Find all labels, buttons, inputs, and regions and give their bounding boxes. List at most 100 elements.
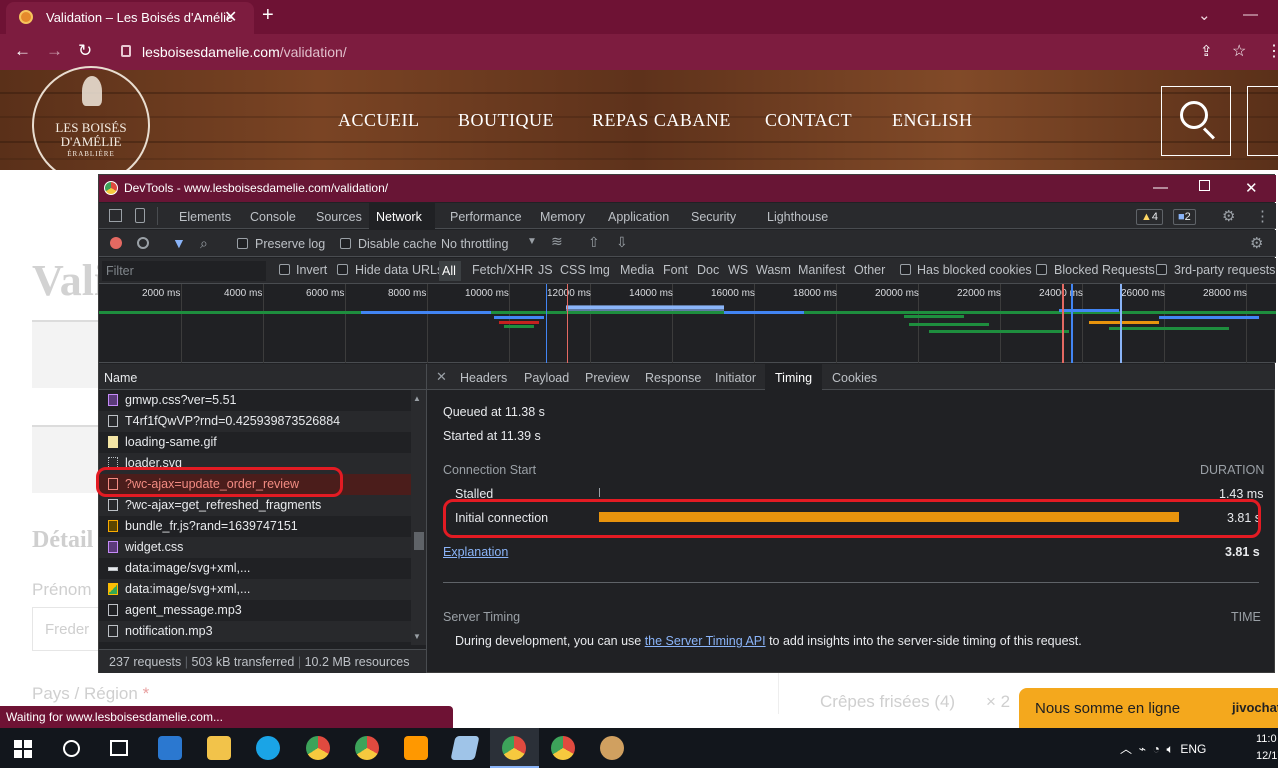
volume-icon[interactable]: 🔈︎ bbox=[1167, 742, 1174, 756]
tab-payload[interactable]: Payload bbox=[524, 371, 569, 385]
type-media[interactable]: Media bbox=[620, 263, 654, 277]
name-column-header[interactable]: Name bbox=[99, 364, 426, 390]
file-explorer-icon[interactable] bbox=[207, 736, 231, 760]
chrome-window-icon[interactable] bbox=[551, 736, 575, 760]
nav-repas-cabane[interactable]: REPAS CABANE bbox=[592, 110, 731, 131]
chrome-active-icon[interactable] bbox=[502, 736, 526, 760]
tab-timing[interactable]: Timing bbox=[765, 364, 822, 390]
nav-english[interactable]: ENGLISH bbox=[892, 110, 973, 131]
bookmark-star-icon[interactable]: ☆ bbox=[1232, 41, 1246, 61]
explanation-link[interactable]: Explanation bbox=[443, 545, 508, 559]
import-har-icon[interactable]: ⇧ bbox=[588, 234, 600, 251]
type-manifest[interactable]: Manifest bbox=[798, 263, 845, 277]
address-bar[interactable]: lesboisesdamelie.com/validation/ bbox=[106, 38, 1258, 66]
type-font[interactable]: Font bbox=[663, 263, 688, 277]
tab-close-icon[interactable]: ✕ bbox=[224, 7, 237, 27]
device-toolbar-icon[interactable] bbox=[135, 208, 145, 223]
windows-start-icon[interactable] bbox=[14, 740, 32, 758]
notes-app-icon[interactable] bbox=[450, 736, 480, 760]
search-icon[interactable]: ⌕ bbox=[200, 235, 208, 252]
scrollbar-thumb[interactable] bbox=[414, 532, 424, 550]
pane-divider[interactable] bbox=[426, 364, 427, 673]
request-row[interactable]: notification.mp3 bbox=[99, 621, 411, 642]
language-indicator[interactable]: ENG bbox=[1180, 742, 1206, 756]
nav-accueil[interactable]: ACCUEIL bbox=[338, 110, 420, 131]
tab-sources[interactable]: Sources bbox=[316, 210, 362, 224]
disable-cache-checkbox[interactable] bbox=[340, 238, 351, 249]
settings-gear-icon[interactable]: ⚙ bbox=[1222, 207, 1235, 225]
blocked-requests-checkbox[interactable] bbox=[1036, 264, 1047, 275]
tab-initiator[interactable]: Initiator bbox=[715, 371, 756, 385]
wifi-icon[interactable]: ◔ bbox=[1153, 742, 1160, 756]
tab-headers[interactable]: Headers bbox=[460, 371, 507, 385]
type-ws[interactable]: WS bbox=[728, 263, 748, 277]
server-timing-api-link[interactable]: the Server Timing API bbox=[645, 634, 766, 648]
chrome-icon[interactable] bbox=[306, 736, 330, 760]
close-detail-icon[interactable]: ✕ bbox=[436, 369, 447, 385]
site-logo[interactable]: LES BOISÉS D'AMÉLIE ÉRABLIÈRE bbox=[32, 66, 150, 184]
warnings-badge[interactable]: ▲4 bbox=[1136, 209, 1164, 225]
type-img[interactable]: Img bbox=[589, 263, 610, 277]
skype-icon[interactable] bbox=[256, 736, 280, 760]
request-row[interactable]: gmwp.css?ver=5.51 bbox=[99, 390, 411, 411]
request-row[interactable]: data:image/svg+xml,... bbox=[99, 558, 411, 579]
inspect-icon[interactable] bbox=[109, 209, 122, 222]
tab-cookies[interactable]: Cookies bbox=[832, 371, 877, 385]
messages-badge[interactable]: ■2 bbox=[1173, 209, 1196, 225]
filter-icon[interactable]: ▼ bbox=[172, 235, 186, 251]
prenom-field[interactable]: Freder bbox=[32, 607, 102, 651]
tab-preview[interactable]: Preview bbox=[585, 371, 629, 385]
chevron-down-icon[interactable]: ▼ bbox=[527, 236, 537, 247]
record-icon[interactable] bbox=[110, 237, 122, 249]
filter-input[interactable]: Filter bbox=[102, 261, 266, 281]
has-blocked-cookies-checkbox[interactable] bbox=[900, 264, 911, 275]
type-js[interactable]: JS bbox=[538, 263, 553, 277]
tab-search-icon[interactable]: ⌄ bbox=[1198, 6, 1211, 24]
tab-lighthouse[interactable]: Lighthouse bbox=[767, 210, 828, 224]
throttling-select[interactable]: No throttling bbox=[441, 237, 508, 251]
browser-tab[interactable]: Validation – Les Boisés d'Amélie bbox=[6, 2, 254, 34]
tab-console[interactable]: Console bbox=[250, 210, 296, 224]
tab-memory[interactable]: Memory bbox=[540, 210, 585, 224]
request-row[interactable]: ?wc-ajax=get_refreshed_fragments bbox=[99, 495, 411, 516]
paint-icon[interactable] bbox=[600, 736, 624, 760]
network-settings-gear-icon[interactable]: ⚙ bbox=[1250, 234, 1263, 252]
tab-response[interactable]: Response bbox=[645, 371, 701, 385]
invert-checkbox[interactable] bbox=[279, 264, 290, 275]
type-wasm[interactable]: Wasm bbox=[756, 263, 791, 277]
request-list-scrollbar[interactable] bbox=[411, 390, 426, 645]
cart-button[interactable] bbox=[1247, 86, 1278, 156]
devtools-close-icon[interactable]: ✕ bbox=[1245, 179, 1258, 197]
menu-icon[interactable]: ⋮ bbox=[1266, 41, 1278, 61]
nav-boutique[interactable]: BOUTIQUE bbox=[458, 110, 554, 131]
reload-icon[interactable]: ↻ bbox=[78, 41, 92, 61]
chevron-up-icon[interactable]: ︿ bbox=[1120, 742, 1132, 756]
forward-icon[interactable]: → bbox=[46, 41, 63, 61]
type-all[interactable]: All bbox=[439, 261, 461, 281]
request-row[interactable]: loading-same.gif bbox=[99, 432, 411, 453]
sublime-text-icon[interactable] bbox=[404, 736, 428, 760]
devtools-minimize-icon[interactable]: — bbox=[1153, 179, 1168, 196]
task-view-icon[interactable] bbox=[110, 740, 128, 756]
type-fetch-xhr[interactable]: Fetch/XHR bbox=[472, 263, 533, 277]
tab-performance[interactable]: Performance bbox=[450, 210, 522, 224]
type-doc[interactable]: Doc bbox=[697, 263, 719, 277]
request-row[interactable]: agent_message.mp3 bbox=[99, 600, 411, 621]
nav-contact[interactable]: CONTACT bbox=[765, 110, 852, 131]
clock[interactable]: 11:0 12/17 bbox=[1256, 731, 1278, 765]
third-party-checkbox[interactable] bbox=[1156, 264, 1167, 275]
scroll-down-icon[interactable]: ▼ bbox=[413, 632, 421, 641]
network-conditions-icon[interactable]: ≋ bbox=[551, 233, 563, 250]
network-icon[interactable]: ⌁ bbox=[1139, 742, 1146, 756]
clear-icon[interactable] bbox=[137, 237, 149, 249]
search-icon[interactable] bbox=[63, 740, 80, 757]
new-tab-button[interactable]: + bbox=[262, 4, 274, 27]
site-search-button[interactable] bbox=[1161, 86, 1231, 156]
devtools-maximize-icon[interactable] bbox=[1199, 180, 1210, 191]
tab-elements[interactable]: Elements bbox=[179, 210, 231, 224]
share-icon[interactable]: ⇪ bbox=[1200, 42, 1213, 60]
minimize-icon[interactable]: — bbox=[1243, 6, 1258, 23]
scroll-up-icon[interactable]: ▲ bbox=[413, 394, 421, 403]
mail-icon[interactable] bbox=[158, 736, 182, 760]
lock-icon[interactable] bbox=[121, 45, 131, 57]
